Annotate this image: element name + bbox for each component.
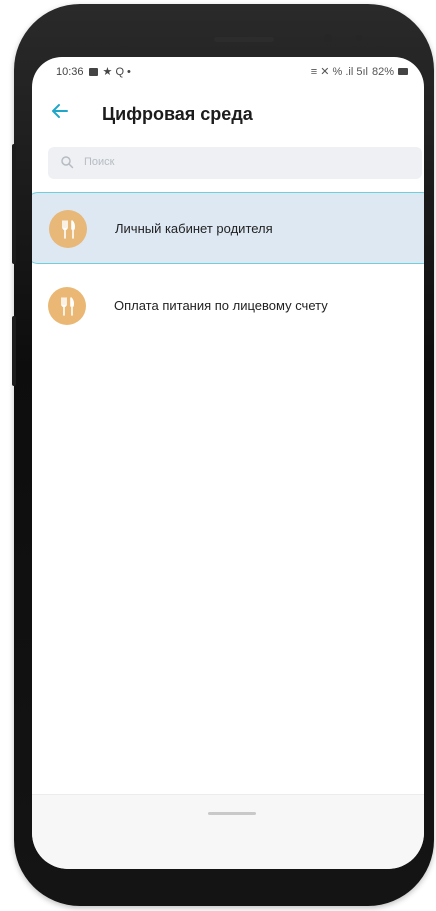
app-screen: 10:36 ★ Q • ≡ ✕ % .il 5ıl 82% Цифровая с… xyxy=(32,57,424,869)
battery-percent: 82% xyxy=(371,65,394,78)
arrow-left-icon[interactable] xyxy=(48,101,72,125)
front-camera xyxy=(324,34,332,42)
list-item-label: Личный кабинет родителя xyxy=(115,221,273,236)
bixby-button xyxy=(12,316,16,386)
status-indicators-left: ★ Q • xyxy=(102,66,131,78)
earpiece-speaker xyxy=(214,37,274,42)
search-placeholder: Поиск xyxy=(84,156,115,168)
fork-knife-icon xyxy=(49,210,87,248)
gallery-icon xyxy=(88,67,98,76)
arrow-left-icon-svg xyxy=(52,104,68,118)
volume-button xyxy=(12,144,16,264)
bottom-sheet-bar xyxy=(32,794,424,869)
search-input[interactable]: Поиск xyxy=(48,147,422,179)
list-item-label: Оплата питания по лицевому счету xyxy=(114,298,328,313)
battery-icon xyxy=(398,68,408,75)
list-item-parent-account[interactable]: Личный кабинет родителя xyxy=(32,192,424,264)
search-icon xyxy=(61,156,74,169)
sensor-dot xyxy=(356,35,362,41)
status-bar: 10:36 ★ Q • ≡ ✕ % .il 5ıl 82% xyxy=(32,57,424,85)
fork-knife-icon-svg xyxy=(62,220,76,239)
status-left: 10:36 ★ Q • xyxy=(56,65,131,79)
fork-knife-icon-svg xyxy=(61,297,75,316)
page-title: Цифровая среда xyxy=(102,104,253,124)
status-right: ≡ ✕ % .il 5ıl 82% xyxy=(311,65,408,78)
sheet-handle[interactable] xyxy=(208,812,256,815)
status-indicators-right: ≡ ✕ % .il 5ıl xyxy=(310,66,368,78)
list-item-meal-payment[interactable]: Оплата питания по лицевому счету xyxy=(32,270,424,342)
fork-knife-icon xyxy=(48,287,86,325)
status-time: 10:36 xyxy=(56,65,84,78)
app-header: Цифровая среда xyxy=(32,95,424,135)
